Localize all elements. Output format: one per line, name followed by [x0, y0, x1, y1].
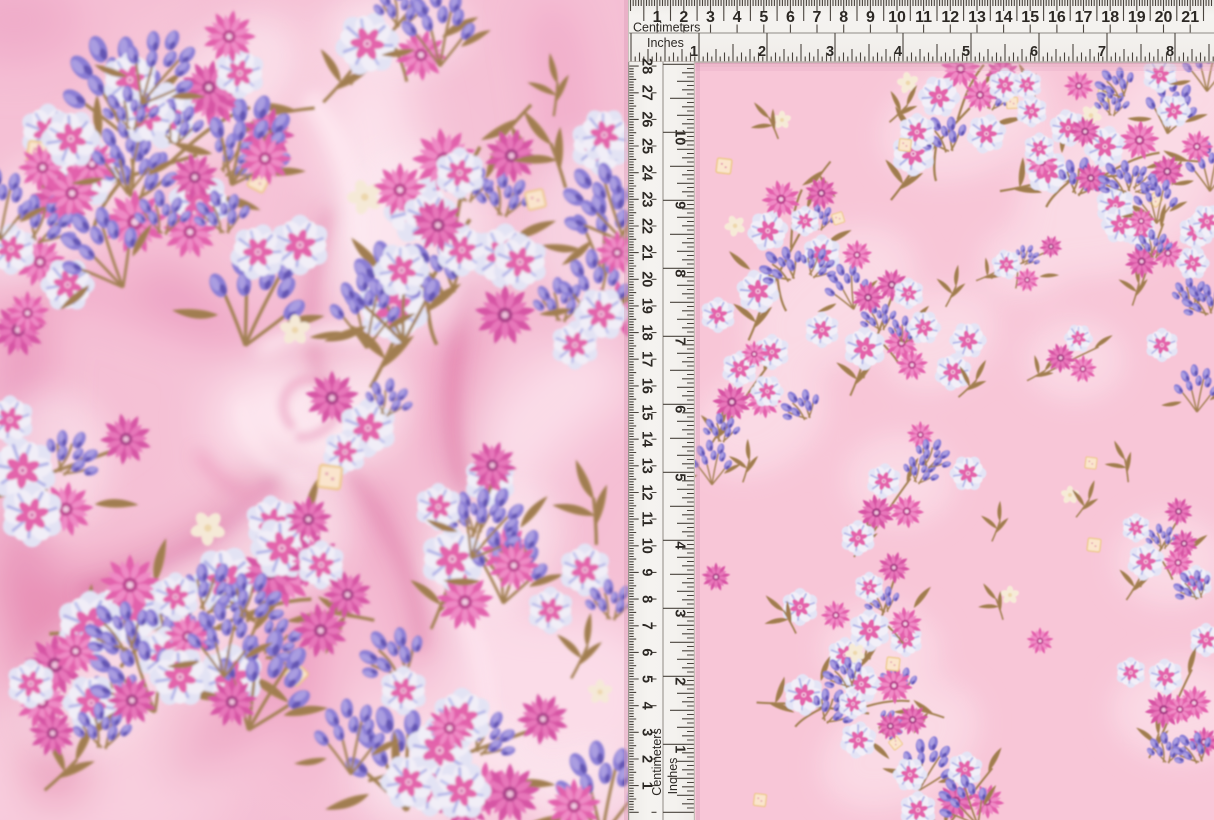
svg-text:9: 9: [672, 201, 688, 209]
svg-text:2: 2: [758, 44, 766, 60]
svg-text:26: 26: [639, 111, 655, 127]
svg-text:7: 7: [1098, 44, 1106, 60]
svg-text:15: 15: [1021, 9, 1039, 26]
svg-text:10: 10: [888, 9, 906, 26]
svg-text:18: 18: [1101, 9, 1119, 26]
svg-text:7: 7: [813, 9, 822, 26]
svg-text:14: 14: [639, 431, 655, 447]
svg-text:11: 11: [639, 511, 655, 526]
svg-text:28: 28: [639, 58, 655, 74]
svg-text:20: 20: [639, 271, 655, 287]
svg-text:13: 13: [639, 458, 655, 474]
svg-text:25: 25: [639, 138, 655, 154]
svg-text:1: 1: [690, 44, 698, 60]
svg-text:2: 2: [672, 677, 688, 685]
svg-text:Centimeters: Centimeters: [650, 728, 664, 795]
svg-text:14: 14: [995, 9, 1013, 26]
svg-text:8: 8: [639, 595, 655, 603]
svg-text:16: 16: [639, 378, 655, 394]
svg-text:6: 6: [1030, 44, 1038, 60]
svg-text:10: 10: [639, 538, 655, 554]
svg-text:24: 24: [639, 165, 655, 181]
svg-text:5: 5: [759, 9, 768, 26]
svg-text:7: 7: [672, 337, 688, 345]
svg-text:13: 13: [968, 9, 986, 26]
svg-text:19: 19: [639, 298, 655, 314]
svg-text:5: 5: [962, 44, 970, 60]
svg-text:8: 8: [839, 9, 848, 26]
svg-text:1: 1: [672, 745, 688, 753]
svg-text:23: 23: [639, 191, 655, 207]
svg-text:20: 20: [1155, 9, 1173, 26]
svg-text:4: 4: [639, 702, 655, 710]
svg-text:3: 3: [706, 9, 715, 26]
svg-text:4: 4: [894, 44, 902, 60]
svg-text:Inches: Inches: [666, 758, 680, 795]
svg-text:17: 17: [1075, 9, 1093, 26]
svg-text:21: 21: [1181, 9, 1199, 26]
svg-text:5: 5: [639, 675, 655, 683]
svg-text:4: 4: [672, 541, 688, 549]
svg-text:21: 21: [639, 245, 655, 261]
svg-text:Centimeters: Centimeters: [633, 21, 700, 35]
svg-text:6: 6: [639, 648, 655, 656]
svg-text:5: 5: [672, 473, 688, 481]
svg-text:3: 3: [672, 609, 688, 617]
svg-text:12: 12: [639, 484, 655, 500]
svg-text:3: 3: [826, 44, 834, 60]
svg-text:4: 4: [733, 9, 742, 26]
svg-text:22: 22: [639, 218, 655, 234]
svg-text:27: 27: [639, 85, 655, 101]
svg-text:10: 10: [672, 129, 688, 145]
svg-text:9: 9: [639, 568, 655, 576]
svg-text:6: 6: [786, 9, 795, 26]
svg-text:12: 12: [941, 9, 959, 26]
svg-text:9: 9: [866, 9, 875, 26]
svg-text:15: 15: [639, 404, 655, 420]
svg-text:8: 8: [1166, 44, 1174, 60]
svg-text:17: 17: [639, 351, 655, 367]
svg-text:16: 16: [1048, 9, 1066, 26]
svg-text:8: 8: [672, 269, 688, 277]
svg-text:11: 11: [915, 9, 932, 26]
svg-text:6: 6: [672, 405, 688, 413]
svg-text:18: 18: [639, 325, 655, 341]
svg-text:7: 7: [639, 622, 655, 630]
svg-text:19: 19: [1128, 9, 1146, 26]
